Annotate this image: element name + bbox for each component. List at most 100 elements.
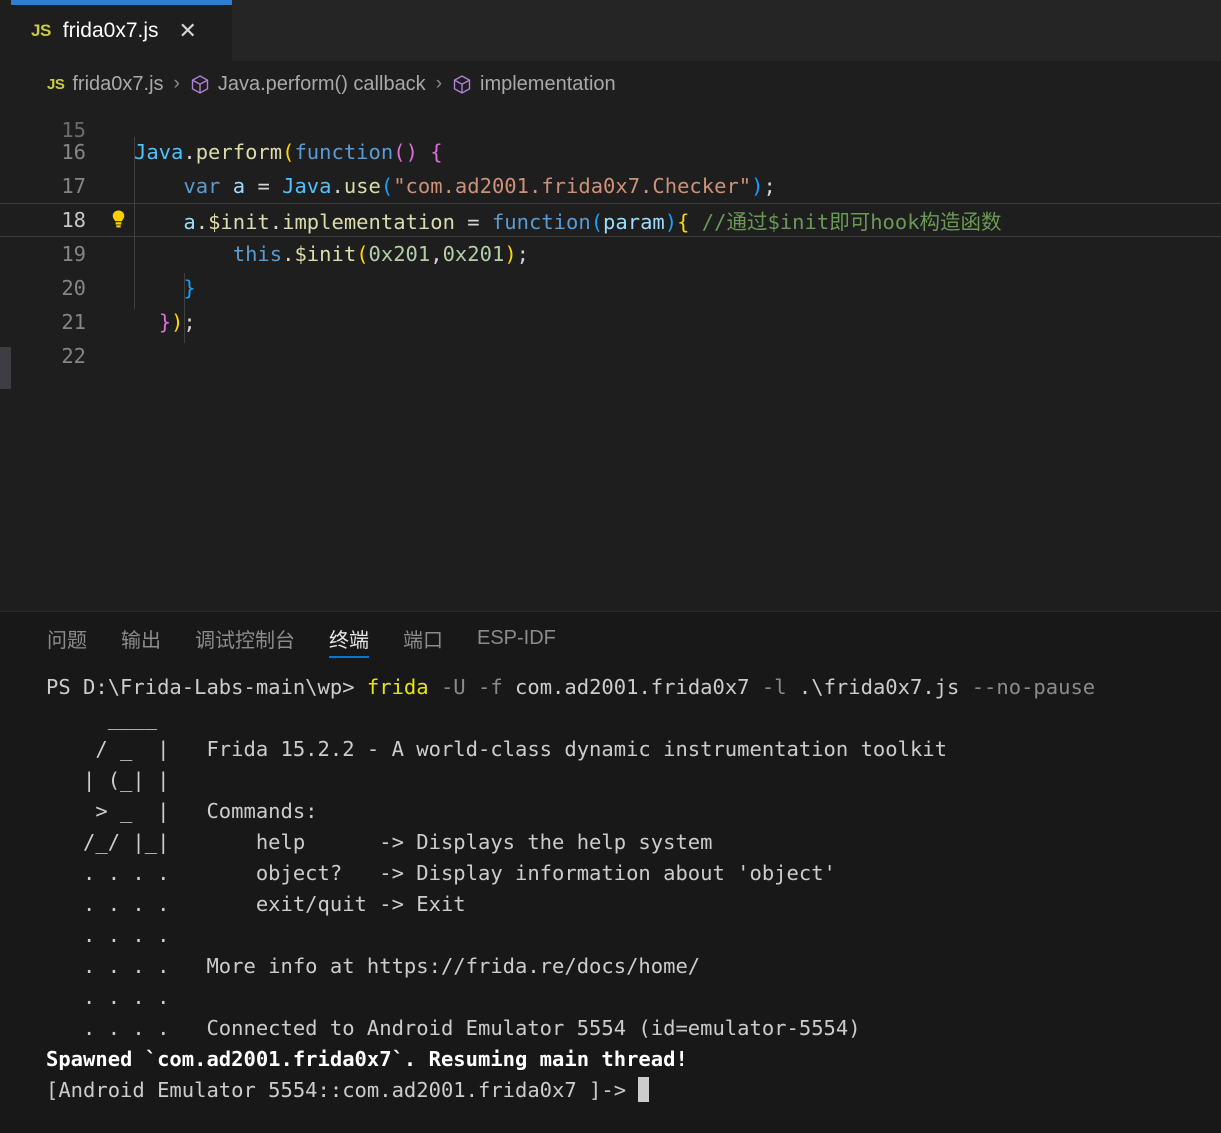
terminal-text: . . . . (46, 985, 170, 1009)
terminal-text: . . . . Connected to Android Emulator 55… (46, 1016, 861, 1040)
code-token: 0x201 (442, 242, 505, 266)
code-token: ) (171, 310, 184, 334)
terminal-text: | (_| | (46, 768, 170, 792)
indent-guide (134, 137, 135, 309)
code-lines-container: 15 16 Java.perform(function() {17 var a = … (0, 107, 1221, 611)
panel-tab-4[interactable]: 端口 (386, 612, 460, 664)
line-number-20: 20 (61, 276, 86, 300)
code-editor[interactable]: 15 16 Java.perform(function() {17 var a = … (0, 107, 1221, 611)
panel-tab-3[interactable]: 终端 (312, 612, 386, 664)
terminal-output[interactable]: PS D:\Frida-Labs-main\wp> frida -U -f co… (0, 664, 1221, 1133)
code-token: a (183, 210, 196, 234)
js-file-icon: JS (31, 20, 51, 40)
code-line-content: } (134, 276, 196, 300)
code-token: ( (393, 140, 406, 164)
code-token: . (269, 210, 283, 234)
code-token: } (183, 276, 196, 300)
breadcrumb-item-java-perform-callback[interactable]: Java.perform() callback (218, 73, 426, 96)
panel-tab-5[interactable]: ESP-IDF (460, 612, 573, 664)
code-token: a (232, 174, 246, 198)
panel-tab-2[interactable]: 调试控制台 (178, 612, 312, 664)
tab-bar-empty-area (232, 0, 1221, 61)
tab-bar-left-spacer (0, 0, 11, 61)
terminal-line: PS D:\Frida-Labs-main\wp> frida -U -f co… (46, 672, 1221, 703)
code-token: function (491, 210, 591, 234)
code-token: } (158, 310, 172, 334)
code-line-content: a.$init.implementation = function(param)… (134, 205, 1002, 235)
terminal-line: > _ | Commands: (46, 796, 1221, 827)
editor-tab-bar: JS frida0x7.js ✕ (0, 0, 1221, 61)
code-token: . (331, 174, 344, 198)
code-token: 0x201 (368, 242, 431, 266)
code-token: use (343, 174, 381, 198)
terminal-text: .\frida0x7.js (786, 675, 972, 699)
code-line-18[interactable]: 18 a.$init.implementation = function(par… (0, 203, 1221, 237)
indent-guide (184, 273, 185, 343)
bottom-panel: 问题 输出 调试控制台 终端 端口 ESP-IDF PS D:\Frida-Labs-ma… (0, 611, 1221, 1133)
breadcrumb-item-implementation[interactable]: implementation (480, 73, 616, 96)
code-token: ) (751, 174, 764, 198)
code-token: Java (282, 174, 332, 198)
panel-tab-list: 问题 输出 调试控制台 终端 端口 ESP-IDF (0, 612, 1221, 664)
code-line-content: this.$init(0x201,0x201); (134, 242, 529, 266)
code-token: ( (282, 140, 295, 164)
code-token: . (282, 242, 295, 266)
code-token: ( (380, 174, 394, 198)
panel-tab-0[interactable]: 问题 (30, 612, 104, 664)
breadcrumb-item-file[interactable]: frida0x7.js (72, 73, 163, 96)
code-token: ( (356, 242, 369, 266)
terminal-line: / _ | Frida 15.2.2 - A world-class dynam… (46, 734, 1221, 765)
terminal-text: [Android Emulator 5554::com.ad2001.frida… (46, 1078, 639, 1102)
terminal-line: . . . . More info at https://frida.re/do… (46, 951, 1221, 982)
terminal-line: [Android Emulator 5554::com.ad2001.frida… (46, 1075, 1221, 1106)
terminal-text: com.ad2001.frida0x7 (502, 675, 762, 699)
code-token: , (430, 242, 443, 266)
terminal-cursor (638, 1077, 650, 1102)
code-token: param (603, 210, 665, 234)
terminal-text: . . . . exit/quit -> Exit (46, 892, 466, 916)
panel-tab-label: 问题 (47, 629, 87, 652)
code-line-17[interactable]: 17 var a = Java.use("com.ad2001.frida0x7… (0, 169, 1221, 203)
code-token: $init (208, 210, 270, 234)
symbol-cube-icon (190, 74, 210, 95)
terminal-text: . . . . object? -> Display information a… (46, 861, 836, 885)
panel-tab-1[interactable]: 输出 (104, 612, 178, 664)
code-line-content: Java.perform(function() { (134, 140, 443, 164)
terminal-text: / _ | Frida 15.2.2 - A world-class dynam… (46, 737, 947, 761)
panel-tab-label: ESP-IDF (477, 626, 556, 649)
code-token: ; (763, 174, 776, 198)
js-file-icon: JS (47, 75, 65, 93)
vscode-window: JS frida0x7.js ✕ JS frida0x7.js › Java.p… (0, 0, 1221, 1133)
terminal-text: ____ (46, 706, 158, 730)
close-icon[interactable]: ✕ (179, 19, 197, 42)
code-line-22[interactable]: 22 (0, 339, 1221, 373)
code-line-content: var a = Java.use("com.ad2001.frida0x7.Ch… (134, 174, 776, 198)
line-number-22: 22 (61, 344, 86, 368)
line-number-21: 21 (61, 310, 86, 334)
code-token: ( (590, 210, 604, 234)
panel-tab-label: 终端 (329, 629, 369, 652)
line-number-19: 19 (61, 242, 86, 266)
code-token: $init (294, 242, 357, 266)
terminal-text: . . . . More info at https://frida.re/do… (46, 954, 701, 978)
code-line-16[interactable]: 16 Java.perform(function() { (0, 135, 1221, 169)
code-token: "com.ad2001.frida0x7.Checker" (393, 174, 752, 198)
line-number-17: 17 (61, 174, 86, 198)
code-token: //通过$init即可hook构造函数 (701, 210, 1002, 234)
code-token: . (183, 140, 196, 164)
code-token: var (183, 174, 221, 198)
editor-tab-frida0x7-js[interactable]: JS frida0x7.js ✕ (11, 0, 232, 61)
code-token: { (677, 210, 690, 234)
code-token: ) (405, 140, 418, 164)
code-line-15[interactable]: 15 (0, 107, 1221, 142)
code-token: ) (504, 242, 517, 266)
chevron-right-icon: › (173, 73, 180, 94)
terminal-text: PS D:\Frida-Labs-main\wp> (46, 675, 367, 699)
code-line-19[interactable]: 19 this.$init(0x201,0x201); (0, 237, 1221, 271)
